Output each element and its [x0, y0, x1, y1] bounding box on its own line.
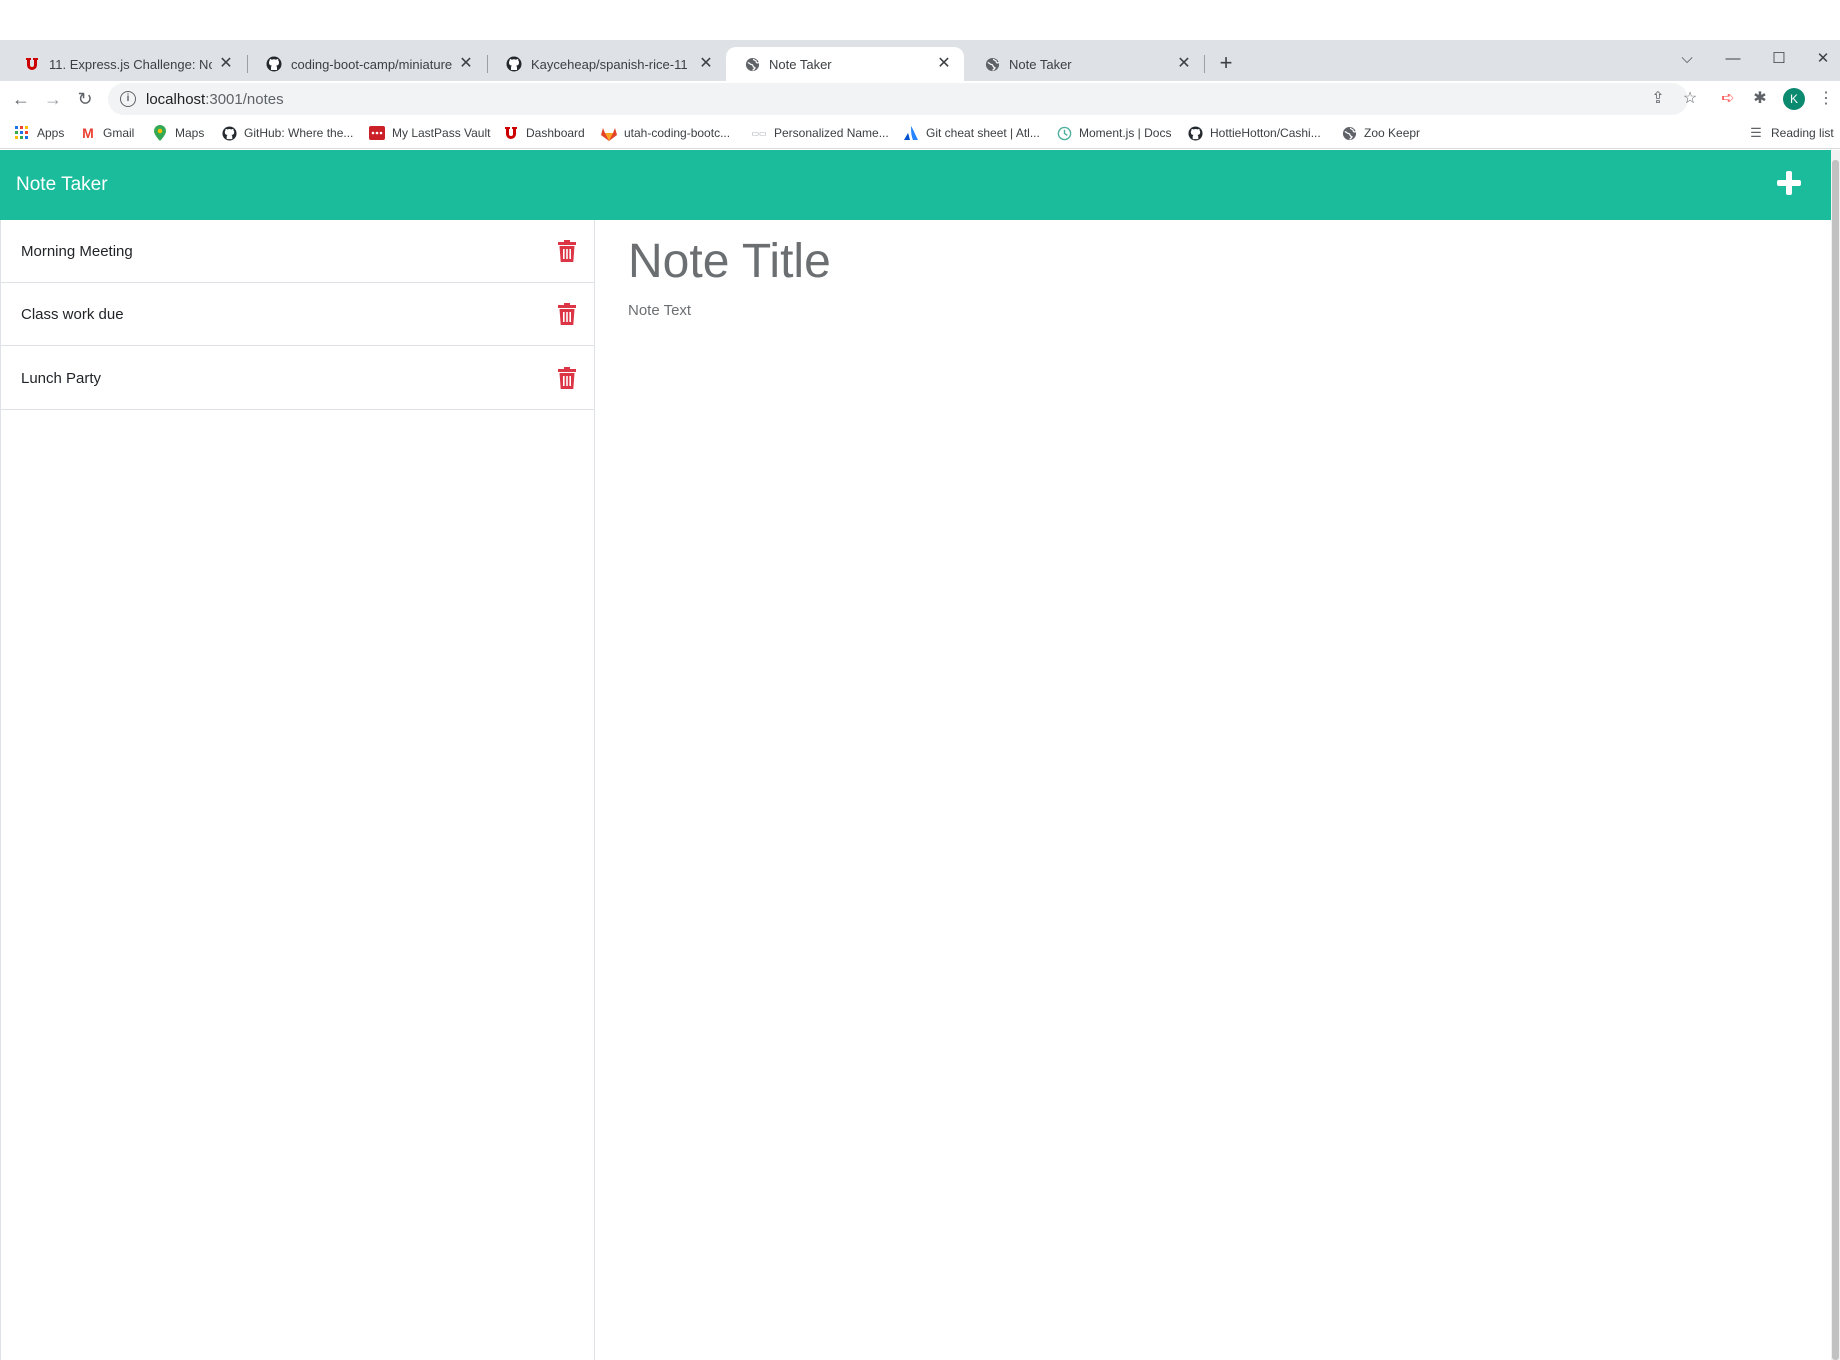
- tab-coding-boot-camp[interactable]: coding-boot-camp/miniature-eu ✕: [248, 47, 486, 81]
- list-item[interactable]: Morning Meeting: [1, 220, 595, 283]
- bookmarks-bar: Apps M Gmail Maps GitHub: Where the... M…: [0, 117, 1840, 149]
- list-item[interactable]: Lunch Party: [1, 347, 595, 410]
- tab-title: coding-boot-camp/miniature-eu: [291, 56, 452, 72]
- note-item-title: Class work due: [21, 305, 124, 323]
- address-host: localhost: [146, 90, 206, 108]
- profile-avatar[interactable]: K: [1783, 88, 1805, 110]
- tab-title: Kayceheap/spanish-rice-11: [531, 56, 688, 72]
- note-list: Morning Meeting Class work due Lunch Par…: [0, 220, 595, 1360]
- tab-title: Note Taker: [769, 56, 832, 72]
- github-icon: [266, 56, 282, 72]
- tab-title: 11. Express.js Challenge: Note Tak: [49, 56, 212, 72]
- bookmark-gmail[interactable]: M Gmail: [80, 123, 134, 143]
- bookmark-label: HottieHotton/Cashi...: [1210, 126, 1321, 140]
- reading-list-icon: ☰: [1750, 125, 1762, 140]
- tab-spanish-rice[interactable]: Kayceheap/spanish-rice-11 ✕: [488, 47, 726, 81]
- maximize-button[interactable]: ☐: [1756, 48, 1802, 70]
- name-icon: ▭▭: [751, 128, 767, 138]
- tab-title: Note Taker: [1009, 56, 1072, 72]
- site-info-icon[interactable]: i: [120, 91, 136, 107]
- globe-icon: [744, 56, 760, 72]
- address-bar[interactable]: i localhost:3001/notes: [108, 83, 1688, 115]
- close-icon[interactable]: ✕: [218, 56, 234, 72]
- app-header: Note Taker: [0, 150, 1831, 220]
- bookmark-label: Zoo Keepr: [1364, 126, 1421, 140]
- tab-strip: 11. Express.js Challenge: Note Tak ✕ cod…: [0, 40, 1840, 81]
- bookmark-label: My LastPass Vault: [392, 126, 491, 140]
- note-item-title: Lunch Party: [21, 369, 102, 387]
- bookmark-personalized-name[interactable]: ▭▭ Personalized Name...: [751, 123, 889, 143]
- bookmark-moment[interactable]: Moment.js | Docs: [1056, 123, 1171, 143]
- close-icon[interactable]: ✕: [936, 56, 952, 72]
- minimize-button[interactable]: —: [1710, 48, 1756, 70]
- atlassian-icon: [903, 125, 919, 141]
- reading-list-label: Reading list: [1771, 126, 1834, 140]
- bookmark-label: Maps: [175, 126, 205, 140]
- trash-icon[interactable]: [558, 240, 576, 262]
- bookmark-label: Apps: [37, 126, 65, 140]
- trash-icon[interactable]: [558, 303, 576, 325]
- reading-list-button[interactable]: ☰ Reading list: [1748, 123, 1834, 143]
- menu-kebab-icon[interactable]: ⋮: [1814, 87, 1838, 111]
- app-title[interactable]: Note Taker: [16, 174, 108, 196]
- bookmark-label: Git cheat sheet | Atl...: [926, 126, 1040, 140]
- bookmark-zoo-keepr[interactable]: Zoo Keepr: [1341, 123, 1420, 143]
- bookmark-dashboard[interactable]: Dashboard: [503, 123, 585, 143]
- github-icon: [506, 56, 522, 72]
- extensions-puzzle-icon[interactable]: ✱: [1748, 87, 1772, 111]
- lastpass-icon: [369, 125, 385, 141]
- new-tab-button[interactable]: +: [1214, 52, 1238, 76]
- bookmark-apps[interactable]: Apps: [14, 123, 64, 143]
- bookmark-maps[interactable]: Maps: [152, 123, 204, 143]
- github-icon: [1187, 125, 1203, 141]
- bookmark-label: Personalized Name...: [774, 126, 889, 140]
- tab-express-challenge[interactable]: 11. Express.js Challenge: Note Tak ✕: [6, 47, 246, 81]
- note-item-title: Morning Meeting: [21, 242, 133, 260]
- browser-toolbar: ← → ↻ i localhost:3001/notes ⇪ ☆ ➪ ✱ ⋮: [0, 81, 1840, 117]
- bookmark-git-cheat-sheet[interactable]: Git cheat sheet | Atl...: [903, 123, 1040, 143]
- forward-arrow-icon[interactable]: →: [41, 87, 65, 111]
- share-icon[interactable]: ⇪: [1646, 87, 1670, 111]
- gmail-icon: M: [82, 125, 94, 141]
- extension-arrow-icon[interactable]: ➪: [1716, 87, 1740, 111]
- address-path: :3001/notes: [205, 90, 284, 108]
- scrollbar-thumb[interactable]: [1832, 160, 1839, 1360]
- bookmark-label: Moment.js | Docs: [1079, 126, 1172, 140]
- window-close-button[interactable]: ✕: [1800, 48, 1840, 70]
- clock-icon: [1056, 125, 1072, 141]
- utah-u-icon: [503, 125, 519, 141]
- gitlab-icon: [601, 125, 617, 141]
- github-icon: [221, 125, 237, 141]
- note-editor: Note Title Note Text: [596, 220, 1831, 1360]
- tab-separator: [1204, 55, 1205, 73]
- new-note-plus-icon[interactable]: [1776, 170, 1802, 196]
- utah-u-icon: [24, 56, 40, 72]
- globe-icon: [984, 56, 1000, 72]
- tab-note-taker-active[interactable]: Note Taker ✕: [726, 47, 964, 81]
- globe-icon: [1341, 125, 1357, 141]
- apps-grid-icon: [14, 125, 30, 141]
- list-item[interactable]: Class work due: [1, 283, 595, 346]
- bookmark-star-icon[interactable]: ☆: [1678, 87, 1702, 111]
- trash-icon[interactable]: [558, 367, 576, 389]
- bookmark-gitlab[interactable]: utah-coding-bootc...: [601, 123, 730, 143]
- bookmark-label: Gmail: [103, 126, 135, 140]
- note-title-input[interactable]: Note Title: [628, 234, 831, 289]
- close-icon[interactable]: ✕: [698, 56, 714, 72]
- bookmark-github[interactable]: GitHub: Where the...: [221, 123, 353, 143]
- bookmark-label: utah-coding-bootc...: [624, 126, 731, 140]
- back-arrow-icon[interactable]: ←: [9, 87, 33, 111]
- bookmark-label: Dashboard: [526, 126, 585, 140]
- bookmark-label: GitHub: Where the...: [244, 126, 354, 140]
- reload-icon[interactable]: ↻: [73, 87, 97, 111]
- note-text-textarea[interactable]: Note Text: [628, 302, 691, 319]
- tab-search-chevron-icon[interactable]: ⌵: [1664, 48, 1710, 70]
- bookmark-hottiehotton[interactable]: HottieHotton/Cashi...: [1187, 123, 1321, 143]
- close-icon[interactable]: ✕: [458, 56, 474, 72]
- maps-icon: [152, 125, 168, 141]
- tab-note-taker[interactable]: Note Taker ✕: [966, 47, 1204, 81]
- close-icon[interactable]: ✕: [1176, 56, 1192, 72]
- bookmark-lastpass[interactable]: My LastPass Vault: [369, 123, 490, 143]
